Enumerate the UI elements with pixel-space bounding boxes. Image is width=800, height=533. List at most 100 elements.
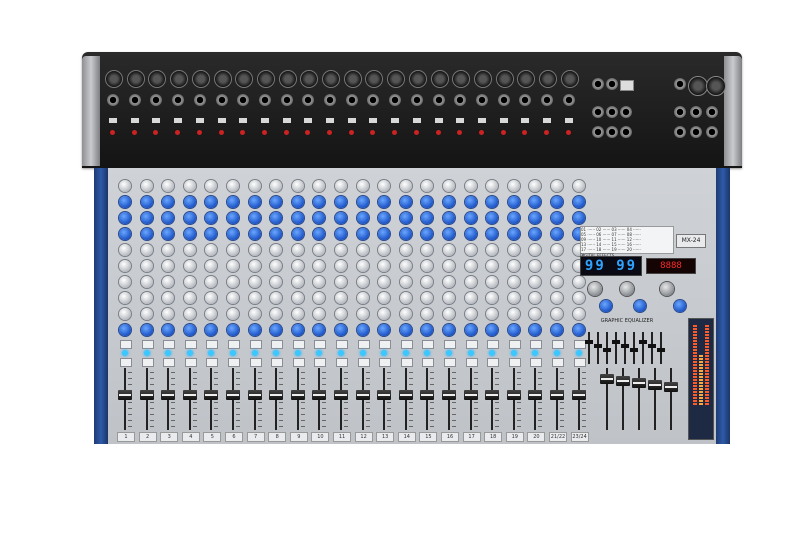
channel-knob[interactable] bbox=[464, 324, 477, 336]
channel-knob[interactable] bbox=[183, 244, 196, 256]
channel-knob[interactable] bbox=[443, 292, 455, 304]
channel-knob[interactable] bbox=[227, 260, 239, 272]
channel-knob[interactable] bbox=[162, 244, 175, 256]
phantom-switch[interactable] bbox=[109, 118, 117, 123]
channel-knob[interactable] bbox=[464, 228, 477, 240]
pfl-button[interactable] bbox=[249, 358, 262, 367]
phantom-switch[interactable] bbox=[369, 118, 378, 123]
phantom-switch[interactable] bbox=[391, 118, 400, 123]
effects-knob[interactable] bbox=[600, 300, 612, 312]
channel-knob[interactable] bbox=[356, 324, 369, 336]
channel-knob[interactable] bbox=[313, 276, 326, 288]
channel-knob[interactable] bbox=[140, 260, 153, 272]
channel-knob[interactable] bbox=[291, 292, 304, 304]
channel-knob[interactable] bbox=[119, 180, 131, 192]
channel-knob[interactable] bbox=[227, 276, 239, 288]
channel-knob[interactable] bbox=[486, 228, 499, 240]
pfl-button[interactable] bbox=[163, 358, 176, 367]
phantom-switch[interactable] bbox=[412, 118, 421, 123]
channel-knob[interactable] bbox=[248, 324, 261, 336]
channel-knob[interactable] bbox=[162, 324, 175, 336]
channel-knob[interactable] bbox=[140, 324, 153, 336]
channel-knob[interactable] bbox=[443, 324, 455, 336]
channel-fader[interactable] bbox=[204, 390, 219, 400]
channel-knob[interactable] bbox=[162, 276, 175, 288]
channel-knob[interactable] bbox=[486, 212, 499, 224]
channel-knob[interactable] bbox=[227, 180, 239, 192]
channel-knob[interactable] bbox=[291, 244, 304, 256]
channel-knob[interactable] bbox=[421, 244, 434, 256]
channel-knob[interactable] bbox=[421, 228, 434, 240]
channel-knob[interactable] bbox=[356, 244, 369, 256]
geq-band-slider[interactable] bbox=[612, 340, 620, 344]
channel-knob[interactable] bbox=[443, 196, 455, 208]
master-fader[interactable] bbox=[632, 378, 646, 388]
channel-knob[interactable] bbox=[443, 180, 455, 192]
channel-knob[interactable] bbox=[119, 260, 131, 272]
channel-knob[interactable] bbox=[227, 196, 239, 208]
channel-knob[interactable] bbox=[464, 292, 477, 304]
geq-band-slider[interactable] bbox=[630, 348, 638, 352]
geq-band-slider[interactable] bbox=[585, 340, 593, 344]
channel-fader[interactable] bbox=[550, 390, 564, 400]
channel-knob[interactable] bbox=[529, 324, 542, 336]
channel-fader[interactable] bbox=[139, 390, 154, 400]
channel-knob[interactable] bbox=[119, 292, 131, 304]
pfl-button[interactable] bbox=[379, 358, 392, 367]
channel-knob[interactable] bbox=[270, 212, 283, 224]
channel-knob[interactable] bbox=[313, 180, 326, 192]
channel-knob[interactable] bbox=[162, 212, 175, 224]
pfl-button[interactable] bbox=[141, 358, 154, 367]
pfl-button[interactable] bbox=[357, 358, 370, 367]
channel-knob[interactable] bbox=[507, 228, 520, 240]
channel-knob[interactable] bbox=[313, 260, 326, 272]
mp3-volume-knob[interactable] bbox=[660, 282, 674, 296]
channel-knob[interactable] bbox=[551, 324, 563, 336]
geq-band-slider[interactable] bbox=[657, 348, 665, 352]
mute-button[interactable] bbox=[184, 340, 197, 349]
channel-knob[interactable] bbox=[486, 308, 499, 320]
channel-knob[interactable] bbox=[270, 180, 283, 192]
channel-knob[interactable] bbox=[356, 308, 369, 320]
channel-knob[interactable] bbox=[119, 308, 131, 320]
channel-knob[interactable] bbox=[205, 228, 218, 240]
mute-button[interactable] bbox=[508, 340, 521, 349]
channel-fader[interactable] bbox=[226, 390, 240, 400]
channel-fader[interactable] bbox=[312, 390, 327, 400]
channel-knob[interactable] bbox=[378, 260, 391, 272]
master-fader[interactable] bbox=[664, 382, 678, 392]
channel-knob[interactable] bbox=[291, 196, 304, 208]
channel-knob[interactable] bbox=[529, 308, 542, 320]
channel-knob[interactable] bbox=[378, 324, 391, 336]
pfl-button[interactable] bbox=[206, 358, 219, 367]
channel-knob[interactable] bbox=[119, 196, 131, 208]
channel-knob[interactable] bbox=[140, 292, 153, 304]
channel-knob[interactable] bbox=[464, 196, 477, 208]
phantom-switch[interactable] bbox=[282, 118, 291, 123]
channel-knob[interactable] bbox=[356, 228, 369, 240]
channel-knob[interactable] bbox=[529, 196, 542, 208]
channel-knob[interactable] bbox=[378, 244, 391, 256]
channel-knob[interactable] bbox=[551, 212, 563, 224]
geq-band-slider[interactable] bbox=[603, 348, 611, 352]
channel-knob[interactable] bbox=[507, 292, 520, 304]
mute-button[interactable] bbox=[163, 340, 176, 349]
channel-knob[interactable] bbox=[335, 324, 347, 336]
channel-knob[interactable] bbox=[421, 324, 434, 336]
pfl-button[interactable] bbox=[530, 358, 543, 367]
channel-knob[interactable] bbox=[529, 180, 542, 192]
channel-knob[interactable] bbox=[205, 212, 218, 224]
channel-fader[interactable] bbox=[355, 390, 370, 400]
channel-knob[interactable] bbox=[313, 324, 326, 336]
mute-button[interactable] bbox=[292, 340, 305, 349]
channel-knob[interactable] bbox=[356, 180, 369, 192]
channel-knob[interactable] bbox=[335, 308, 347, 320]
channel-knob[interactable] bbox=[443, 244, 455, 256]
channel-knob[interactable] bbox=[507, 260, 520, 272]
mute-button[interactable] bbox=[552, 340, 564, 349]
mute-button[interactable] bbox=[444, 340, 456, 349]
channel-knob[interactable] bbox=[119, 244, 131, 256]
channel-knob[interactable] bbox=[248, 196, 261, 208]
channel-knob[interactable] bbox=[507, 244, 520, 256]
channel-knob[interactable] bbox=[356, 212, 369, 224]
